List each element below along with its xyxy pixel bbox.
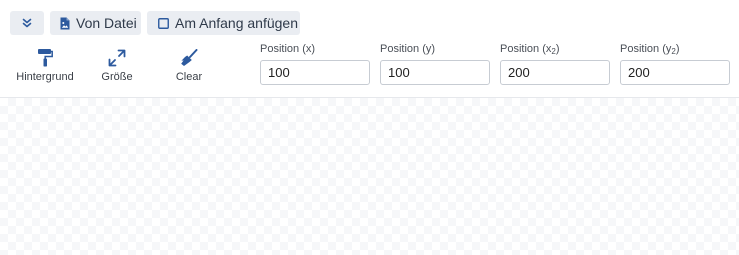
position-y-input[interactable] xyxy=(380,60,490,85)
position-y2-label: Position (y2) xyxy=(620,43,680,56)
position-y-label: Position (y) xyxy=(380,43,436,55)
file-image-icon xyxy=(60,17,70,30)
position-x2-input[interactable] xyxy=(500,60,610,85)
image-canvas[interactable] xyxy=(0,98,739,255)
expand-arrows-icon xyxy=(108,47,126,67)
position-x2-field: Position (x2) xyxy=(500,42,610,85)
background-tool-label: Hintergrund xyxy=(16,71,74,83)
position-x-field: Position (x) xyxy=(260,42,370,85)
position-y2-field: Position (y2) xyxy=(620,42,730,85)
from-file-label: Von Datei xyxy=(76,15,137,31)
from-file-button[interactable]: Von Datei xyxy=(50,11,141,35)
checkbox-icon xyxy=(158,17,169,29)
position-y-field: Position (y) xyxy=(380,42,490,85)
chevrons-down-icon xyxy=(22,18,32,28)
clear-tool-label: Clear xyxy=(175,71,203,83)
broom-icon xyxy=(180,47,198,67)
paint-roller-icon xyxy=(37,47,53,67)
size-tool-label: Größe xyxy=(101,71,133,83)
prepend-checkbox[interactable]: Am Anfang anfügen xyxy=(147,11,300,35)
image-editor-panel: Von Datei Am Anfang anfügen Hintergrund xyxy=(0,0,739,255)
size-tool-button[interactable]: Größe xyxy=(82,47,152,83)
position-x-label: Position (x) xyxy=(260,43,316,55)
clear-tool-button[interactable]: Clear xyxy=(154,47,224,83)
position-y2-input[interactable] xyxy=(620,60,730,85)
prepend-label: Am Anfang anfügen xyxy=(175,15,298,31)
position-x-input[interactable] xyxy=(260,60,370,85)
position-x2-label: Position (x2) xyxy=(500,43,560,56)
collapse-button[interactable] xyxy=(10,11,44,35)
background-tool-button[interactable]: Hintergrund xyxy=(10,47,80,83)
